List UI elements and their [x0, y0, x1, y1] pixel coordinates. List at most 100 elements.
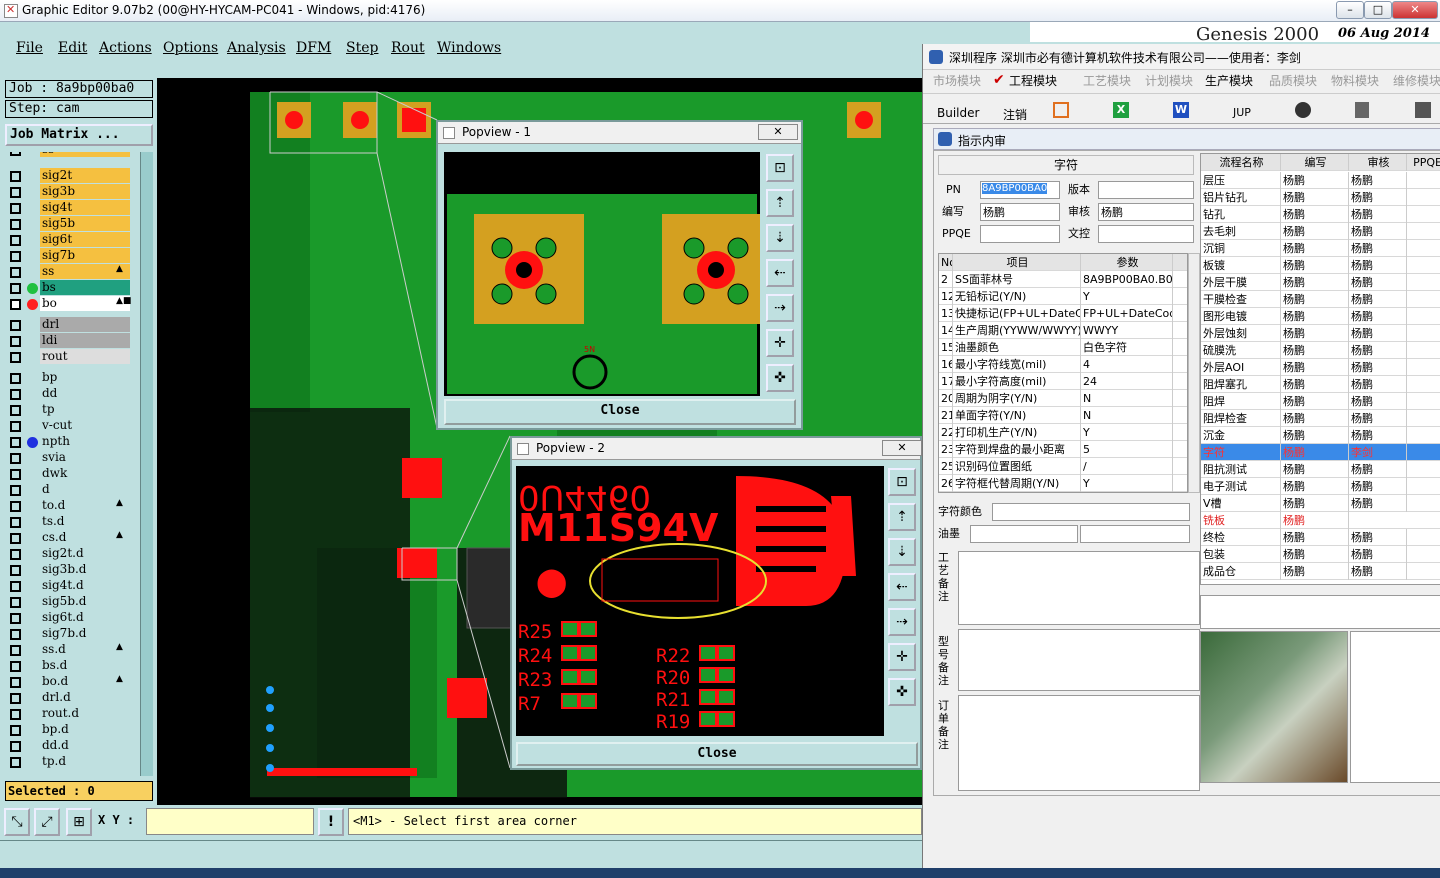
zoom-out-icon[interactable]: ✜ [888, 678, 916, 706]
audit-field[interactable]: 杨鹏 [1098, 203, 1194, 221]
layer-row[interactable]: sig6t [8, 232, 140, 248]
minimize-button[interactable]: – [1336, 1, 1364, 19]
layer-name[interactable]: sig2t.d [40, 546, 130, 561]
layer-row[interactable]: sig3b [8, 184, 140, 200]
layer-row[interactable]: sig7b.d [8, 626, 140, 642]
layer-name[interactable]: bs [40, 280, 130, 295]
module-tab[interactable]: 维修模块 [1393, 73, 1440, 90]
job-matrix-button[interactable]: Job Matrix ... [5, 124, 153, 146]
layer-name[interactable]: sig5b [40, 216, 130, 231]
layer-row[interactable]: tp [8, 402, 140, 418]
table-row[interactable]: 外层蚀刻 杨鹏 杨鹏 [1201, 325, 1440, 342]
popview-2-close-button[interactable]: Close [516, 742, 918, 766]
table-row[interactable]: 层压 杨鹏 杨鹏 [1201, 172, 1440, 189]
layer-row[interactable]: sig2t.d [8, 546, 140, 562]
module-tab[interactable]: 工程模块 [1009, 73, 1057, 90]
zoom-home-icon[interactable]: ⊡ [766, 154, 794, 182]
layer-name[interactable]: ss [40, 152, 130, 157]
layer-checkbox[interactable] [10, 187, 21, 198]
layer-checkbox[interactable] [10, 421, 21, 432]
table-row[interactable]: 电子测试 杨鹏 杨鹏 [1201, 478, 1440, 495]
menu-windows[interactable]: Windows [437, 40, 501, 56]
table-row[interactable]: 23字符到焊盘的最小距离5 [939, 441, 1187, 458]
table-row[interactable]: 包装 杨鹏 杨鹏 [1201, 546, 1440, 563]
layer-row[interactable]: sig6t.d [8, 610, 140, 626]
table-row[interactable]: 干膜检查 杨鹏 杨鹏 [1201, 291, 1440, 308]
layer-row[interactable]: cs.d ▲ [8, 530, 140, 546]
layer-name[interactable]: tp.d [40, 754, 130, 769]
layer-row[interactable]: ss▲ [8, 152, 140, 158]
table-row[interactable]: 去毛刺 杨鹏 杨鹏 [1201, 223, 1440, 240]
grid-tool-icon[interactable]: ⊞ [66, 808, 92, 836]
table-row[interactable]: 外层干膜 杨鹏 杨鹏 [1201, 274, 1440, 291]
layer-row[interactable]: bp [8, 370, 140, 386]
layer-name[interactable]: bp.d [40, 722, 130, 737]
layer-row[interactable]: bs [8, 280, 140, 296]
layer-name[interactable]: sig7b [40, 248, 130, 263]
layer-name[interactable]: sig3b.d [40, 562, 130, 577]
popview-2-close-icon[interactable]: ✕ [882, 440, 922, 456]
layer-name[interactable]: dd.d [40, 738, 130, 753]
layer-name[interactable]: d [40, 482, 130, 497]
layer-row[interactable]: sig2t [8, 168, 140, 184]
table-row[interactable]: 沉金 杨鹏 杨鹏 [1201, 427, 1440, 444]
ppqe-field[interactable] [980, 225, 1060, 243]
layer-row[interactable]: ss.d ▲ [8, 642, 140, 658]
table-row[interactable]: 图形电镀 杨鹏 杨鹏 [1201, 308, 1440, 325]
control-field[interactable] [1098, 225, 1194, 243]
table-row[interactable]: 26字符框代替周期(Y/N)Y [939, 475, 1187, 492]
module-tab[interactable]: 计划模块 [1145, 73, 1193, 90]
pan-right-icon[interactable]: ⇢ [766, 294, 794, 322]
table-row[interactable]: 铝片钻孔 杨鹏 杨鹏 [1201, 189, 1440, 206]
layer-checkbox[interactable] [10, 485, 21, 496]
table-row[interactable]: 17最小字符高度(mil)24 [939, 373, 1187, 390]
table-row[interactable]: 字符 杨鹏 李剑 [1201, 444, 1440, 461]
table-row[interactable]: 阻焊 杨鹏 杨鹏 [1201, 393, 1440, 410]
menu-analysis[interactable]: Analysis [227, 40, 286, 56]
table-row[interactable]: 铣板 杨鹏 [1201, 512, 1440, 529]
layer-checkbox[interactable] [10, 757, 21, 768]
layer-checkbox[interactable] [10, 677, 21, 688]
measure-tool-icon[interactable]: ⤢ [34, 808, 60, 836]
menu-options[interactable]: Options [163, 40, 218, 56]
layer-row[interactable]: sig3b.d [8, 562, 140, 578]
process-note-field[interactable] [958, 551, 1200, 625]
builder-button[interactable]: Builder [937, 106, 979, 120]
table-row[interactable]: 终检 杨鹏 杨鹏 [1201, 529, 1440, 546]
menu-step[interactable]: Step [346, 40, 378, 56]
layer-checkbox[interactable] [10, 517, 21, 528]
layer-checkbox[interactable] [10, 693, 21, 704]
layer-checkbox[interactable] [10, 437, 21, 448]
table-row[interactable]: 2 SS面菲林号 8A9BP00BA0.B0 [939, 271, 1187, 288]
layer-name[interactable]: sig7b.d [40, 626, 130, 641]
layer-row[interactable]: d [8, 482, 140, 498]
pan-up-icon[interactable]: ⇡ [888, 503, 916, 531]
layer-row[interactable]: sig4t [8, 200, 140, 216]
layer-name[interactable]: sig6t [40, 232, 130, 247]
menu-file[interactable]: File [16, 40, 43, 56]
layer-row[interactable]: bo ▲■ [8, 296, 140, 312]
menu-actions[interactable]: Actions [99, 40, 152, 56]
menu-rout[interactable]: Rout [391, 40, 425, 56]
layer-checkbox[interactable] [10, 661, 21, 672]
zoom-in-icon[interactable]: ✛ [888, 643, 916, 671]
table-row[interactable]: 12无铅标记(Y/N)Y [939, 288, 1187, 305]
layer-row[interactable]: bp.d [8, 722, 140, 738]
layer-name[interactable]: sig3b [40, 184, 130, 199]
writer-field[interactable]: 杨鹏 [980, 203, 1060, 221]
layer-name[interactable]: sig4t.d [40, 578, 130, 593]
pan-down-icon[interactable]: ⇣ [888, 538, 916, 566]
table-row[interactable]: 钻孔 杨鹏 杨鹏 [1201, 206, 1440, 223]
layer-checkbox[interactable] [10, 389, 21, 400]
table-row[interactable]: 22打印机生产(Y/N)Y [939, 424, 1187, 441]
layer-name[interactable]: drl [40, 317, 130, 332]
layer-checkbox[interactable] [10, 267, 21, 278]
layer-row[interactable]: dd.d [8, 738, 140, 754]
layer-checkbox[interactable] [10, 283, 21, 294]
view-icon[interactable] [1295, 102, 1311, 118]
xy-input[interactable] [146, 808, 314, 835]
pn-field[interactable]: 8A9BP00BA0 [980, 181, 1060, 199]
layer-checkbox[interactable] [10, 171, 21, 182]
table-row[interactable]: 14生产周期(YYWW/WWYY)WWYY [939, 322, 1187, 339]
ink-field-2[interactable] [1080, 525, 1190, 543]
